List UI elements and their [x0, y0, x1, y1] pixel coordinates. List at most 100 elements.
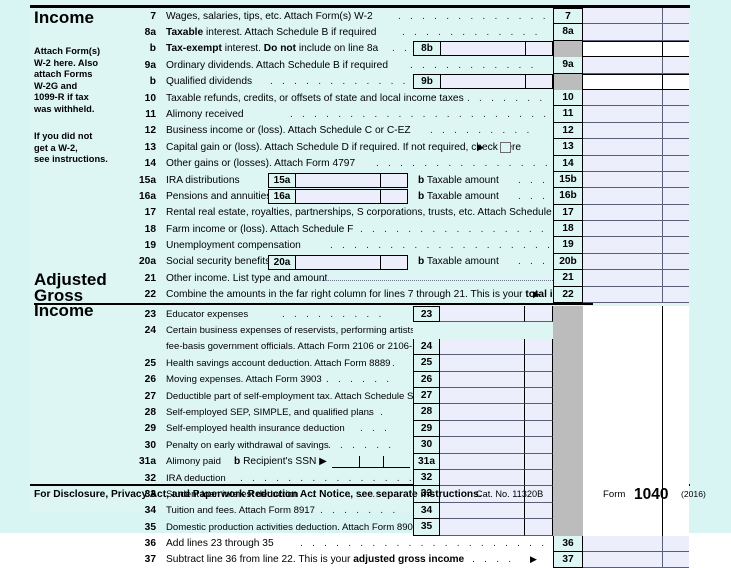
amount-input-37[interactable]	[583, 551, 662, 568]
amount-input-34[interactable]	[440, 502, 525, 520]
cents-divider	[662, 453, 664, 470]
input-20a[interactable]	[296, 254, 408, 270]
amount-input-16b[interactable]	[583, 188, 662, 205]
table-row: 9a Ordinary dividends. Attach Schedule B …	[130, 57, 690, 74]
line-description: Tuition and fees. Attach Form 8917	[166, 505, 315, 517]
cents-input-35[interactable]	[525, 519, 553, 536]
line-number: b	[149, 43, 156, 55]
line-box-7: 7	[553, 8, 583, 25]
line-number: 12	[144, 125, 156, 137]
amount-input-11[interactable]	[583, 106, 662, 123]
table-row: b Qualified dividends. . . . . . . . . . …	[130, 73, 690, 90]
checkbox-line-13[interactable]	[500, 142, 511, 154]
amount-input-36[interactable]	[583, 535, 662, 552]
amount-input-22[interactable]	[583, 286, 662, 304]
fill-in-line-21[interactable]	[320, 279, 553, 281]
cents-input-18[interactable]	[662, 221, 689, 238]
leader-dots: . . . . . .	[326, 374, 393, 386]
amount-input-21[interactable]	[583, 270, 662, 287]
cents-input-19[interactable]	[662, 237, 689, 254]
amount-input-7[interactable]	[583, 8, 662, 25]
amount-input-9a[interactable]	[583, 57, 662, 74]
cents-input-37[interactable]	[662, 551, 689, 568]
amount-input-10[interactable]	[583, 89, 662, 107]
cents-input-16b[interactable]	[662, 188, 689, 205]
input-16a[interactable]	[296, 188, 408, 204]
cents-input-32[interactable]	[525, 469, 553, 487]
blocked-amount-cell	[583, 502, 689, 520]
input-9b[interactable]	[441, 74, 553, 90]
cents-input-24[interactable]	[525, 338, 553, 356]
amount-input-13[interactable]	[583, 139, 662, 156]
table-row: 8a Taxable interest. Attach Schedule B if…	[130, 24, 690, 41]
amount-input-30[interactable]	[440, 437, 525, 454]
pointer-arrow-icon: ▶	[530, 554, 537, 565]
cents-input-31a[interactable]	[525, 453, 553, 470]
cents-input-34[interactable]	[525, 502, 553, 520]
cents-input-17[interactable]	[662, 204, 689, 222]
leader-dots: . . . . . . . . . . . . . . . . . . . . …	[300, 538, 572, 550]
inner-line-label-8b: 8b	[413, 41, 441, 57]
amount-input-19[interactable]	[583, 237, 662, 254]
line-box-32: 32	[413, 469, 440, 487]
amount-input-20b[interactable]	[583, 253, 662, 271]
leader-dots: . . .	[356, 406, 387, 418]
input-15a[interactable]	[296, 172, 408, 188]
blocked-amount-cell	[583, 453, 689, 470]
cents-input-30[interactable]	[525, 437, 553, 454]
amount-input-12[interactable]	[583, 122, 662, 140]
cents-divider	[662, 420, 664, 438]
amount-input-35[interactable]	[440, 519, 525, 536]
line-box-10: 10	[553, 89, 583, 107]
line-number: b	[149, 76, 156, 88]
cents-divider	[662, 469, 664, 487]
cents-input-13[interactable]	[662, 139, 689, 156]
cents-input-20b[interactable]	[662, 253, 689, 271]
cents-input-11[interactable]	[662, 106, 689, 123]
leader-dots: . . . . . . . . . . . .	[402, 26, 541, 38]
cents-input-25[interactable]	[525, 355, 553, 372]
amount-input-14[interactable]	[583, 155, 662, 172]
footer-notice: For Disclosure, Privacy Act, and Paperwo…	[34, 489, 482, 500]
cents-input-28[interactable]	[525, 404, 553, 421]
cents-input-22[interactable]	[662, 286, 689, 304]
line-box-20b: 20b	[553, 253, 583, 271]
amount-input-29[interactable]	[440, 420, 525, 438]
cents-input-15b[interactable]	[662, 171, 689, 189]
amount-input-17[interactable]	[583, 204, 662, 222]
amount-input-24[interactable]	[440, 338, 525, 356]
cents-input-21[interactable]	[662, 270, 689, 287]
section-heading-income: Income	[34, 8, 95, 27]
cents-divider	[662, 437, 664, 454]
cents-input-8a[interactable]	[662, 24, 689, 41]
amount-input-28[interactable]	[440, 404, 525, 421]
cents-input-12[interactable]	[662, 122, 689, 140]
cents-input-27[interactable]	[525, 387, 553, 405]
cents-input-14[interactable]	[662, 155, 689, 172]
line-number: 23	[144, 308, 156, 320]
cents-input-10[interactable]	[662, 89, 689, 107]
cents-divider	[380, 255, 382, 269]
amount-input-27[interactable]	[440, 387, 525, 405]
cents-input-36[interactable]	[662, 535, 689, 552]
amount-input-25[interactable]	[440, 355, 525, 372]
line-description: Social security benefits	[166, 256, 271, 268]
cents-divider	[662, 355, 664, 372]
input-8b[interactable]	[441, 41, 553, 57]
amount-input-31a[interactable]	[440, 453, 525, 470]
amount-input-18[interactable]	[583, 221, 662, 238]
cents-input-9a[interactable]	[662, 57, 689, 74]
amount-input-8a[interactable]	[583, 24, 662, 41]
cents-input-29[interactable]	[525, 420, 553, 438]
blocked-amount-cell	[583, 404, 689, 421]
amount-input-23[interactable]	[440, 306, 525, 323]
cents-input-26[interactable]	[525, 371, 553, 388]
cents-input-7[interactable]	[662, 8, 689, 25]
amount-input-15b[interactable]	[583, 171, 662, 189]
amount-input-26[interactable]	[440, 371, 525, 388]
line-box-23: 23	[413, 306, 440, 323]
cents-input-23[interactable]	[525, 306, 553, 323]
amount-input-32[interactable]	[440, 469, 525, 487]
recipient-ssn-input[interactable]	[332, 466, 410, 468]
line-description: Deductible part of self-employment tax. …	[166, 390, 420, 402]
